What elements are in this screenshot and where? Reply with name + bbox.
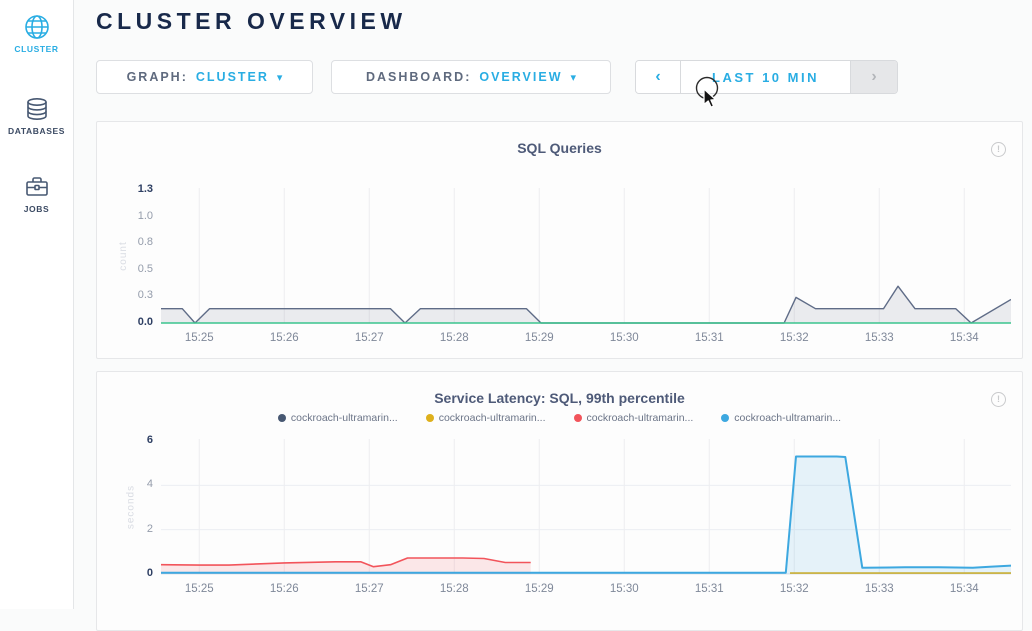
y-tick-label: 1.0 [101,210,153,222]
time-range-label-button[interactable]: LAST 10 MIN [681,61,850,93]
series-line-latency-node-blue [161,457,1011,573]
x-tick-label: 15:34 [936,583,992,595]
service-latency-chart[interactable]: seconds 024615:2515:2615:2715:2815:2915:… [161,437,1011,577]
legend-label: cockroach-ultramarin... [587,412,694,424]
legend-item[interactable]: cockroach-ultramarin... [278,412,398,424]
x-tick-label: 15:30 [596,583,652,595]
graph-dropdown-value: CLUSTER [196,70,269,84]
legend-item[interactable]: cockroach-ultramarin... [574,412,694,424]
database-icon [24,96,50,122]
time-range-next-button: › [850,61,897,93]
y-tick-label: 0.5 [101,263,153,275]
x-tick-label: 15:25 [171,332,227,344]
y-tick-label: 1.3 [101,183,153,195]
x-tick-label: 15:29 [511,583,567,595]
page-title: CLUSTER OVERVIEW [96,8,407,35]
legend-dot-icon [426,414,434,422]
x-tick-label: 15:28 [426,583,482,595]
x-tick-label: 15:32 [766,583,822,595]
sidebar-item-cluster[interactable]: CLUSTER [0,0,73,54]
chevron-down-icon: ▾ [277,71,283,84]
dashboard-dropdown-label: DASHBOARD: [366,70,471,84]
x-tick-label: 15:30 [596,332,652,344]
x-tick-label: 15:27 [341,332,397,344]
legend-item[interactable]: cockroach-ultramarin... [721,412,841,424]
legend-dot-icon [574,414,582,422]
y-tick-label: 4 [101,478,153,490]
y-tick-label: 2 [101,523,153,535]
x-tick-label: 15:26 [256,583,312,595]
sidebar-item-jobs[interactable]: JOBS [0,136,73,214]
globe-icon [24,14,50,40]
x-tick-label: 15:29 [511,332,567,344]
chevron-down-icon: ▾ [571,71,577,84]
info-icon[interactable]: ! [991,392,1006,407]
info-icon[interactable]: ! [991,142,1006,157]
x-tick-label: 15:33 [851,332,907,344]
legend-item[interactable]: cockroach-ultramarin... [426,412,546,424]
x-tick-label: 15:31 [681,583,737,595]
x-tick-label: 15:32 [766,332,822,344]
sidebar: CLUSTER DATABASES JOBS [0,0,74,609]
service-latency-panel: Service Latency: SQL, 99th percentile ! … [96,371,1023,631]
chart-legend: cockroach-ultramarin... cockroach-ultrama… [97,412,1022,424]
sidebar-item-label: DATABASES [0,126,73,136]
time-range-prev-button[interactable]: ‹ [636,61,681,93]
dashboard-dropdown[interactable]: DASHBOARD: OVERVIEW ▾ [331,60,611,94]
graph-dropdown-label: GRAPH: [127,70,188,84]
chart-canvas[interactable] [161,437,1011,577]
briefcase-icon [24,174,50,200]
x-tick-label: 15:34 [936,332,992,344]
legend-dot-icon [278,414,286,422]
x-tick-label: 15:25 [171,583,227,595]
y-tick-label: 0.8 [101,236,153,248]
y-tick-label: 0.3 [101,289,153,301]
x-tick-label: 15:26 [256,332,312,344]
chart-title: Service Latency: SQL, 99th percentile [97,390,1022,406]
y-tick-label: 0.0 [101,316,153,328]
legend-dot-icon [721,414,729,422]
graph-dropdown[interactable]: GRAPH: CLUSTER ▾ [96,60,313,94]
sidebar-item-label: CLUSTER [0,44,73,54]
sql-queries-panel: SQL Queries ! count 0.00.30.50.81.01.315… [96,121,1023,359]
chart-canvas[interactable] [161,186,1011,326]
chart-title: SQL Queries [97,140,1022,156]
y-tick-label: 6 [101,434,153,446]
sidebar-item-databases[interactable]: DATABASES [0,54,73,136]
controls-row: GRAPH: CLUSTER ▾ DASHBOARD: OVERVIEW ▾ ‹… [96,60,898,94]
sidebar-item-label: JOBS [0,204,73,214]
x-tick-label: 15:33 [851,583,907,595]
legend-label: cockroach-ultramarin... [734,412,841,424]
x-tick-label: 15:28 [426,332,482,344]
dashboard-dropdown-value: OVERVIEW [479,70,562,84]
y-tick-label: 0 [101,567,153,579]
sql-queries-chart[interactable]: count 0.00.30.50.81.01.315:2515:2615:271… [161,186,1011,326]
legend-label: cockroach-ultramarin... [439,412,546,424]
x-tick-label: 15:31 [681,332,737,344]
legend-label: cockroach-ultramarin... [291,412,398,424]
time-range-selector: ‹ LAST 10 MIN › [635,60,898,94]
x-tick-label: 15:27 [341,583,397,595]
